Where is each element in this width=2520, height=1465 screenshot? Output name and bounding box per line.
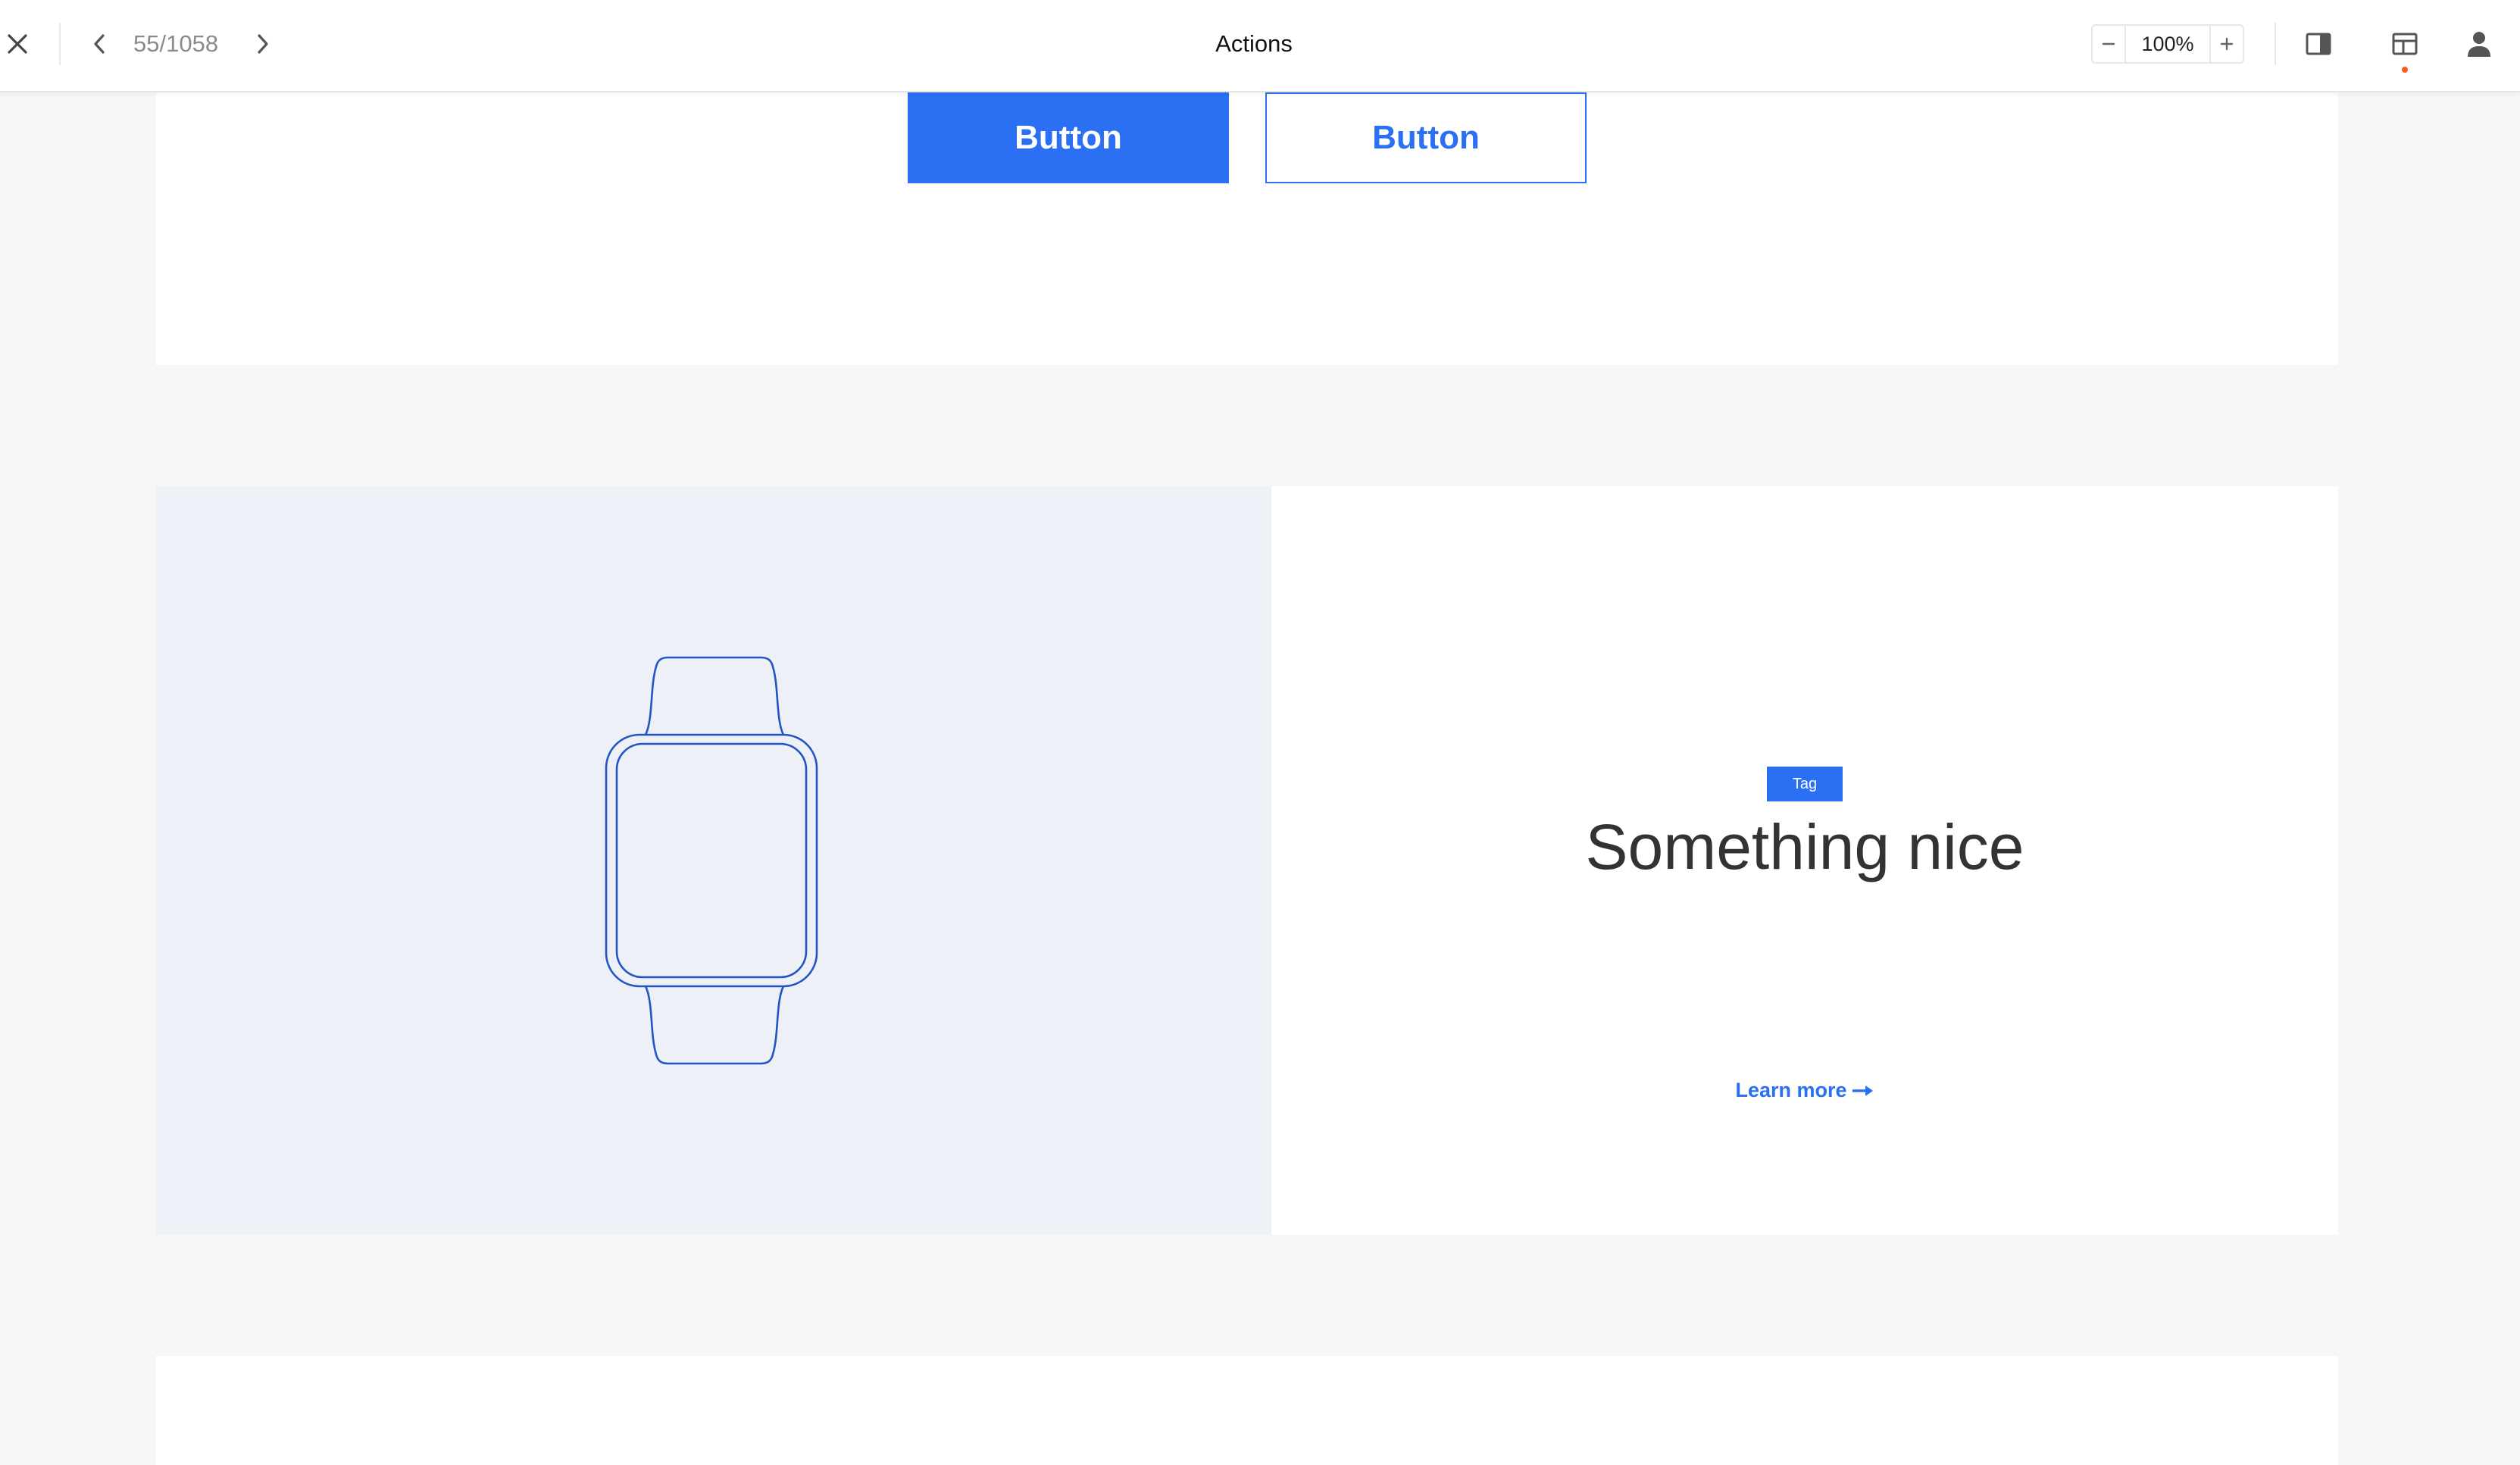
close-button[interactable] xyxy=(0,23,35,65)
smartwatch-icon xyxy=(605,656,818,1065)
card-body: Tag Something nice Learn more xyxy=(1271,486,2338,1235)
close-icon xyxy=(8,34,27,54)
layout-button[interactable] xyxy=(2385,24,2425,64)
section-spacer xyxy=(156,1235,2338,1356)
notification-dot xyxy=(2402,67,2408,73)
toolbar-title: Actions xyxy=(1215,30,1293,57)
product-card: Tag Something nice Learn more xyxy=(156,486,2338,1235)
learn-more-label: Learn more xyxy=(1735,1079,1847,1101)
user-menu-button[interactable] xyxy=(2458,23,2500,65)
previous-page-button[interactable] xyxy=(82,23,117,65)
viewer-toolbar: 55/1058 Actions 100% xyxy=(0,0,2520,92)
page-counter: 55/1058 xyxy=(133,30,219,57)
tag-badge: Tag xyxy=(1767,767,1843,801)
side-panel-icon xyxy=(2306,33,2331,55)
arrow-right-icon xyxy=(1852,1085,1873,1096)
zoom-out-button[interactable] xyxy=(2093,26,2126,62)
toggle-panel-button[interactable] xyxy=(2299,24,2338,64)
layout-icon xyxy=(2392,33,2418,55)
zoom-control: 100% xyxy=(2091,24,2244,64)
page-canvas: Button Button Tag Something nice Learn m… xyxy=(156,92,2338,1465)
minus-icon xyxy=(2102,42,2115,45)
card-media xyxy=(156,486,1271,1235)
toolbar-divider xyxy=(2275,23,2276,65)
chevron-right-icon xyxy=(258,34,268,54)
secondary-button[interactable]: Button xyxy=(1265,92,1587,183)
chevron-left-icon xyxy=(94,34,105,54)
learn-more-link[interactable]: Learn more xyxy=(1271,1079,2338,1102)
card-title: Something nice xyxy=(1585,811,2024,882)
zoom-in-button[interactable] xyxy=(2209,26,2243,62)
primary-button[interactable]: Button xyxy=(908,92,1229,183)
plus-icon xyxy=(2220,37,2234,51)
next-page-button[interactable] xyxy=(245,23,280,65)
user-icon xyxy=(2468,32,2490,57)
section-spacer xyxy=(156,365,2338,486)
zoom-level: 100% xyxy=(2141,32,2194,55)
toolbar-divider xyxy=(59,23,61,65)
